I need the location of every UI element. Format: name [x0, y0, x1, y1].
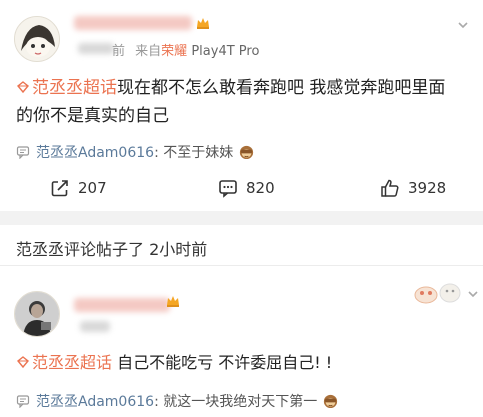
comment-username[interactable]: 范丞丞Adam0616	[36, 394, 154, 410]
comment-text: : 不至于妹妹	[154, 145, 234, 161]
post-meta: 前 来自荣耀 Play4T Pro	[112, 40, 259, 59]
source-prefix: 来自	[135, 44, 162, 59]
repost-button[interactable]: 207	[50, 174, 107, 202]
vip-crown-icon	[197, 18, 209, 29]
like-count: 3928	[408, 179, 447, 197]
reply-card[interactable]: 范丞丞评论帖子了 2小时前 范丞丞超话 自己不能吃亏 不许委屈自己! ! 范丞丞…	[0, 225, 483, 417]
post-card[interactable]: 前 来自荣耀 Play4T Pro 范丞丞超话现在都不怎么敢看奔跑吧 我感觉奔跑…	[0, 0, 483, 211]
post-text-line2: 的你不是真实的自己	[16, 106, 169, 126]
source-device: Play4T Pro	[191, 44, 260, 59]
comment-button[interactable]: 820	[218, 174, 275, 202]
time-tail: 前	[112, 44, 126, 59]
timestamp-blurred	[78, 43, 114, 54]
comment-username[interactable]: 范丞丞Adam0616	[36, 145, 154, 161]
post-body: 范丞丞超话 自己不能吃亏 不许委屈自己! !	[16, 349, 465, 377]
weibo-feed: 前 来自荣耀 Play4T Pro 范丞丞超话现在都不怎么敢看奔跑吧 我感觉奔跑…	[0, 0, 483, 417]
comment-icon	[219, 180, 237, 198]
repost-icon	[51, 180, 68, 197]
avatar-photo-icon	[15, 292, 59, 336]
like-button[interactable]: 3928	[380, 174, 446, 202]
super-topic-diamond-icon	[17, 81, 29, 94]
username-blurred[interactable]	[74, 16, 192, 30]
post-text-line1: 现在都不怎么敢看奔跑吧 我感觉奔跑吧里面	[117, 78, 446, 98]
avatar[interactable]	[14, 16, 60, 62]
username-blurred[interactable]	[74, 298, 170, 312]
comment-bubble-icon	[16, 395, 30, 408]
hot-comment[interactable]: 范丞丞Adam0616: 就这一块我绝对天下第一	[16, 391, 465, 411]
monkey-see-no-evil-icon	[239, 145, 253, 160]
divider	[0, 265, 483, 266]
chevron-down-icon[interactable]	[456, 18, 470, 32]
reply-notice: 范丞丞评论帖子了 2小时前	[16, 240, 208, 259]
comment-bubble-icon	[16, 146, 30, 159]
hot-comment[interactable]: 范丞丞Adam0616: 不至于妹妹	[16, 142, 465, 162]
avatar-illustration-icon	[15, 17, 59, 61]
vip-crown-icon	[167, 296, 179, 307]
feed-separator	[0, 211, 483, 225]
thumbs-up-icon	[381, 179, 399, 197]
super-topic-label: 范丞丞超话	[32, 353, 113, 372]
chevron-down-icon[interactable]	[466, 287, 480, 301]
comment-count: 820	[246, 179, 275, 197]
repost-count: 207	[78, 179, 107, 197]
timestamp-blurred	[80, 321, 110, 332]
action-bar: 207 820 3928	[0, 174, 483, 202]
monkey-see-no-evil-icon	[323, 394, 337, 409]
super-topic-link[interactable]: 范丞丞超话	[16, 353, 112, 372]
super-topic-label: 范丞丞超话	[32, 78, 117, 98]
super-topic-link[interactable]: 范丞丞超话	[16, 78, 117, 98]
sticker-decoration-icon	[414, 283, 461, 304]
avatar[interactable]	[14, 291, 60, 337]
super-topic-diamond-icon	[17, 356, 29, 369]
post-text: 自己不能吃亏 不许委屈自己! !	[112, 353, 333, 372]
source-brand[interactable]: 荣耀	[161, 44, 187, 59]
post-body: 范丞丞超话现在都不怎么敢看奔跑吧 我感觉奔跑吧里面 的你不是真实的自己	[16, 74, 465, 130]
comment-text: : 就这一块我绝对天下第一	[154, 394, 318, 410]
